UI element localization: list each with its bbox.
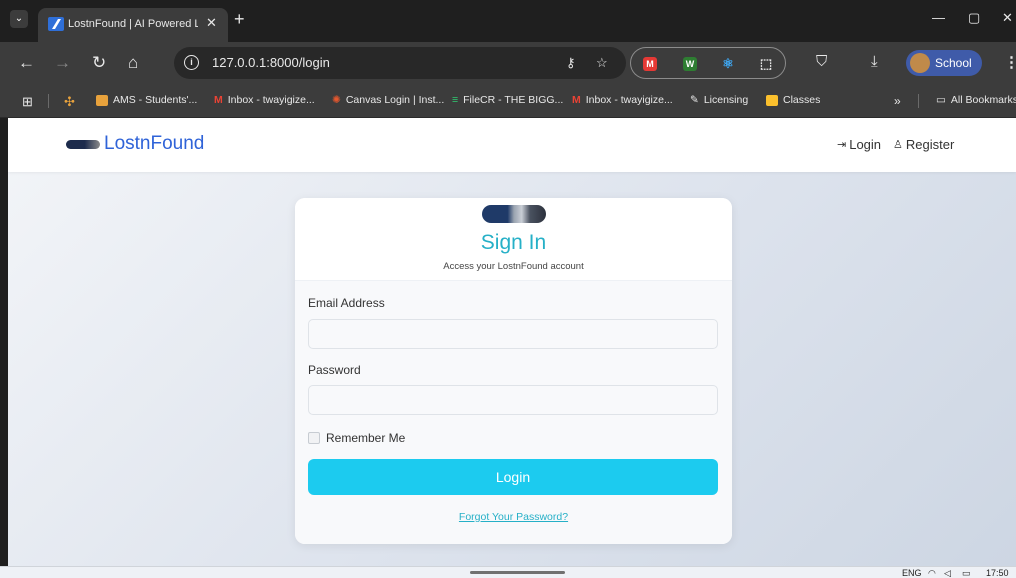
address-url[interactable]: 127.0.0.1:8000/login: [212, 55, 330, 70]
menu-kebab-icon[interactable]: ⋮: [1004, 53, 1016, 71]
browser-toolbar: ← → ↻ ⌂ i 127.0.0.1:8000/login ⚷ ☆ M W ⚛…: [0, 42, 1016, 84]
bookmark-inbox-2[interactable]: M Inbox - twayigize...: [572, 94, 673, 106]
nav-login-link[interactable]: ⇥ Login: [837, 137, 881, 152]
nav-register-link[interactable]: ♙ Register: [893, 137, 954, 152]
email-label: Email Address: [308, 296, 385, 310]
bookmark-filecr[interactable]: ≡ FileCR - THE BIGG...: [452, 94, 563, 106]
restore-icon[interactable]: ▢: [968, 10, 980, 26]
bookmarks-separator: [918, 94, 919, 108]
bookmark-canvas[interactable]: ✺ Canvas Login | Inst...: [332, 94, 444, 106]
clock-time[interactable]: 17:50: [986, 568, 1009, 578]
brand-logo[interactable]: [66, 140, 100, 149]
reload-icon[interactable]: ↻: [92, 53, 106, 73]
profile-label: School: [935, 56, 972, 70]
download-icon[interactable]: ⤓: [871, 53, 878, 70]
extension-red-icon[interactable]: M: [643, 57, 657, 71]
extension-react-icon[interactable]: ⚛: [721, 57, 735, 71]
bookmark-star-icon[interactable]: ☆: [596, 55, 608, 71]
bookmark-ams[interactable]: AMS - Students'...: [96, 94, 197, 106]
tab-strip: ⌄ LostnFound | AI Powered Lo ✕ + — ▢ ✕: [0, 0, 1016, 42]
brand-name[interactable]: LostnFound: [104, 133, 204, 155]
card-header: Sign In Access your LostnFound account: [295, 198, 732, 281]
extensions-puzzle-icon[interactable]: ⬚: [759, 57, 773, 71]
extension-green-icon[interactable]: W: [683, 57, 697, 71]
classes-icon: [766, 94, 778, 106]
bookmark-licensing[interactable]: ✎ Licensing: [690, 94, 748, 106]
password-field[interactable]: [308, 385, 718, 415]
language-indicator[interactable]: ENG: [902, 568, 922, 578]
gmail-icon: M: [214, 94, 223, 106]
login-form: Email Address Password Remember Me Login…: [295, 281, 732, 544]
password-label: Password: [308, 363, 361, 377]
all-bookmarks-button[interactable]: ▭ All Bookmarks: [936, 94, 1016, 106]
canvas-icon: ✺: [332, 94, 341, 106]
pinwheel-icon[interactable]: ✣: [64, 94, 75, 110]
bookmark-inbox-1[interactable]: M Inbox - twayigize...: [214, 94, 315, 106]
page-title: Sign In: [480, 231, 547, 254]
folder-icon: ▭: [936, 94, 946, 106]
remember-checkbox[interactable]: [308, 432, 320, 444]
minimize-icon[interactable]: —: [932, 10, 945, 25]
forward-icon[interactable]: →: [54, 53, 71, 73]
tab-title: LostnFound | AI Powered Lo: [68, 18, 198, 30]
user-plus-icon: ♙: [893, 139, 903, 151]
filecr-icon: ≡: [452, 94, 459, 106]
more-bookmarks-button[interactable]: »: [894, 94, 901, 108]
extensions-group: M W ⚛ ⬚: [630, 47, 786, 79]
new-tab-icon[interactable]: +: [234, 9, 245, 30]
apps-grid-icon[interactable]: ⊞: [22, 94, 33, 110]
page-content: LostnFound ⇥ Login ♙ Register Sign In Ac…: [8, 118, 1016, 566]
page-subtitle: Access your LostnFound account: [443, 261, 584, 272]
incognito-icon[interactable]: ⛉: [816, 53, 827, 70]
os-taskbar: ENG ◠ ◁ ▭ 17:50: [0, 566, 1016, 578]
back-icon[interactable]: ←: [18, 53, 35, 73]
licensing-icon: ✎: [690, 94, 699, 106]
site-navbar: LostnFound ⇥ Login ♙ Register: [8, 118, 1016, 172]
login-button[interactable]: Login: [308, 459, 718, 495]
site-info-icon[interactable]: i: [184, 55, 199, 70]
home-icon[interactable]: ⌂: [128, 53, 138, 73]
tab-search-icon[interactable]: ⌄: [10, 10, 28, 28]
profile-button[interactable]: School: [906, 50, 982, 76]
avatar: [910, 53, 930, 73]
bookmark-classes[interactable]: Classes: [766, 94, 820, 106]
close-window-icon[interactable]: ✕: [1002, 10, 1013, 26]
bookmarks-bar: ⊞ ✣ AMS - Students'... M Inbox - twayigi…: [0, 84, 1016, 118]
login-icon: ⇥: [837, 139, 847, 151]
password-key-icon[interactable]: ⚷: [566, 55, 576, 71]
site-favicon-icon: [48, 17, 64, 31]
wifi-icon[interactable]: ◠: [928, 568, 936, 578]
forgot-password-link[interactable]: Forgot Your Password?: [295, 511, 732, 523]
remember-label[interactable]: Remember Me: [326, 431, 405, 445]
card-logo: [482, 205, 546, 223]
email-field[interactable]: [308, 319, 718, 349]
bookmarks-separator: [48, 94, 49, 108]
active-tab[interactable]: LostnFound | AI Powered Lo ✕: [38, 8, 228, 42]
taskbar-handle[interactable]: [470, 571, 565, 574]
address-bar[interactable]: i 127.0.0.1:8000/login ⚷ ☆: [174, 47, 626, 79]
gmail-icon: M: [572, 94, 581, 106]
tab-close-icon[interactable]: ✕: [206, 15, 217, 31]
login-card: Sign In Access your LostnFound account E…: [295, 198, 732, 544]
volume-icon[interactable]: ◁: [944, 568, 951, 578]
battery-icon[interactable]: ▭: [962, 568, 971, 578]
ams-icon: [96, 94, 108, 106]
